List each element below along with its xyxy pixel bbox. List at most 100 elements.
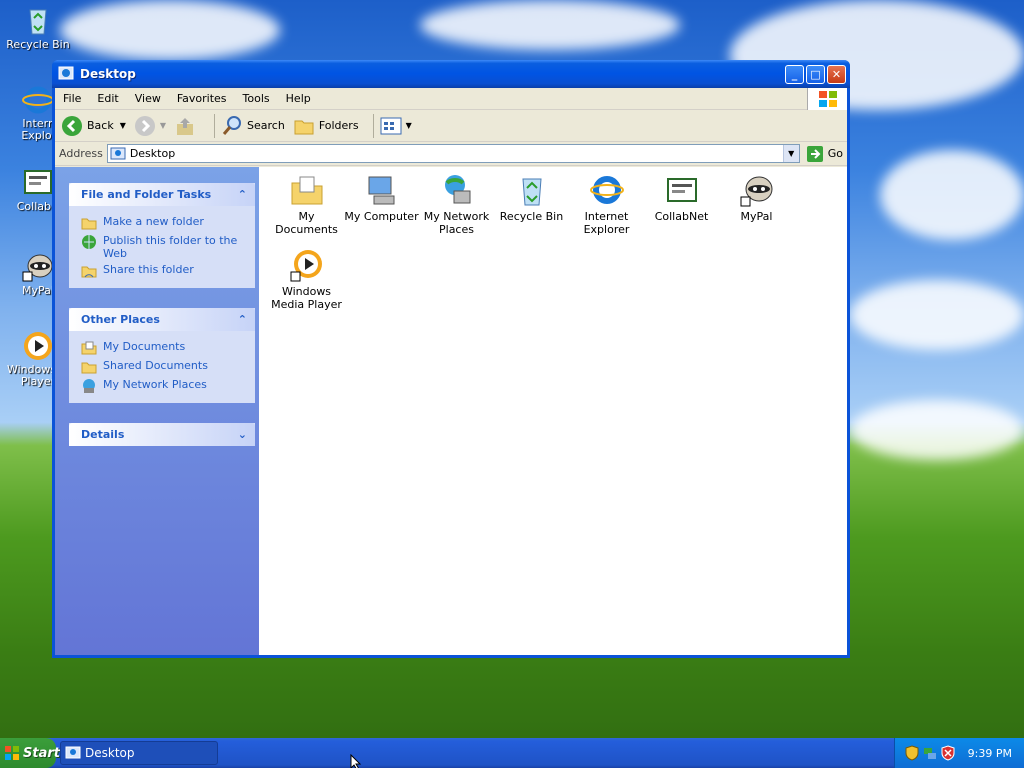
new-folder-icon — [81, 215, 97, 231]
desktop-icon-label: Recycle Bin — [6, 38, 70, 51]
my-documents-icon — [81, 340, 97, 356]
item-internet-explorer[interactable]: Internet Explorer — [569, 173, 644, 236]
forward-dropdown-icon[interactable]: ▼ — [160, 121, 166, 130]
back-button[interactable]: Back ▼ — [61, 115, 126, 137]
item-recycle-bin[interactable]: Recycle Bin — [494, 173, 569, 223]
go-button[interactable]: Go — [806, 145, 843, 163]
go-arrow-icon — [806, 145, 824, 163]
go-label: Go — [827, 147, 843, 160]
address-bar: Address Desktop ▼ Go — [55, 142, 847, 166]
chevron-up-icon[interactable]: ⌃ — [238, 188, 247, 201]
item-my-network-places[interactable]: My Network Places — [419, 173, 494, 236]
panel-title: File and Folder Tasks — [81, 188, 212, 201]
desktop-icon-recycle-bin[interactable]: Recycle Bin — [0, 4, 76, 51]
address-desktop-icon — [110, 146, 126, 162]
taskbar-task-label: Desktop — [85, 746, 135, 760]
task-publish-folder[interactable]: Publish this folder to the Web — [81, 234, 247, 260]
back-label: Back — [87, 119, 114, 132]
my-network-places-icon — [440, 173, 474, 207]
mypal-icon — [22, 250, 54, 282]
taskbar: Start Desktop 9:39 PM — [0, 738, 1024, 768]
security-shield-icon[interactable] — [904, 745, 920, 761]
shield-alert-icon[interactable] — [940, 745, 956, 761]
system-tray: 9:39 PM — [894, 738, 1024, 768]
recycle-bin-icon — [22, 4, 54, 36]
panel-title: Other Places — [81, 313, 160, 326]
file-folder-tasks-panel: File and Folder Tasks ⌃ Make a new folde… — [69, 183, 255, 288]
clock: 9:39 PM — [967, 746, 1012, 760]
menu-favorites[interactable]: Favorites — [169, 92, 235, 105]
menu-edit[interactable]: Edit — [89, 92, 126, 105]
menu-tools[interactable]: Tools — [235, 92, 278, 105]
collabnet-icon — [22, 166, 54, 198]
close-icon: ✕ — [831, 67, 842, 81]
item-collabnet[interactable]: CollabNet — [644, 173, 719, 223]
place-my-documents[interactable]: My Documents — [81, 340, 247, 356]
window-title: Desktop — [80, 67, 136, 81]
mypal-icon — [740, 173, 774, 207]
up-button[interactable] — [174, 115, 200, 137]
up-folder-icon — [174, 115, 196, 137]
address-label: Address — [59, 147, 103, 160]
other-places-panel: Other Places ⌃ My Documents Shared Docum… — [69, 308, 255, 403]
other-places-header[interactable]: Other Places ⌃ — [69, 308, 255, 331]
task-pane: File and Folder Tasks ⌃ Make a new folde… — [55, 167, 259, 655]
item-mypal[interactable]: MyPal — [719, 173, 794, 223]
internet-explorer-icon — [22, 84, 54, 116]
search-label: Search — [247, 119, 285, 132]
toolbar: Back ▼ ▼ Search Folders ▼ — [55, 110, 847, 142]
minimize-button[interactable]: _ — [785, 64, 804, 84]
publish-web-icon — [81, 234, 97, 250]
place-shared-documents[interactable]: Shared Documents — [81, 359, 247, 375]
recycle-bin-icon — [515, 173, 549, 207]
item-windows-media-player[interactable]: Windows Media Player — [269, 248, 344, 311]
content-area: File and Folder Tasks ⌃ Make a new folde… — [55, 167, 847, 655]
title-bar[interactable]: Desktop _ □ ✕ — [52, 60, 850, 88]
menu-view[interactable]: View — [127, 92, 169, 105]
file-folder-tasks-header[interactable]: File and Folder Tasks ⌃ — [69, 183, 255, 206]
back-dropdown-icon[interactable]: ▼ — [120, 121, 126, 130]
taskbar-desktop-button[interactable]: Desktop — [60, 741, 218, 765]
maximize-button[interactable]: □ — [806, 64, 825, 84]
chevron-down-icon: ▼ — [788, 149, 795, 158]
shared-folder-icon — [81, 359, 97, 375]
folders-button[interactable]: Folders — [293, 115, 359, 137]
my-documents-icon — [290, 173, 324, 207]
task-share-folder[interactable]: Share this folder — [81, 263, 247, 279]
chevron-down-icon[interactable]: ⌄ — [238, 428, 247, 441]
chevron-up-icon[interactable]: ⌃ — [238, 313, 247, 326]
search-button[interactable]: Search — [221, 115, 285, 137]
address-dropdown-button[interactable]: ▼ — [782, 145, 799, 162]
details-header[interactable]: Details ⌄ — [69, 423, 255, 446]
collabnet-icon — [665, 173, 699, 207]
start-button[interactable]: Start — [0, 738, 60, 768]
forward-button[interactable]: ▼ — [134, 115, 166, 137]
task-make-new-folder[interactable]: Make a new folder — [81, 215, 247, 231]
item-my-computer[interactable]: My Computer — [344, 173, 419, 223]
views-dropdown-icon: ▼ — [405, 121, 412, 130]
menu-file[interactable]: File — [55, 92, 89, 105]
share-folder-icon — [81, 263, 97, 279]
network-icon[interactable] — [922, 745, 938, 761]
place-my-network-places[interactable]: My Network Places — [81, 378, 247, 394]
menu-bar: File Edit View Favorites Tools Help — [55, 88, 847, 110]
explorer-window: Desktop _ □ ✕ File Edit View Favorites T… — [52, 60, 850, 658]
start-label: Start — [23, 745, 60, 761]
network-places-icon — [81, 378, 97, 394]
address-input[interactable]: Desktop ▼ — [106, 144, 800, 163]
forward-arrow-icon — [134, 115, 156, 137]
close-button[interactable]: ✕ — [827, 64, 846, 84]
item-my-documents[interactable]: My Documents — [269, 173, 344, 236]
internet-explorer-icon — [589, 173, 624, 207]
views-button[interactable]: ▼ — [380, 115, 412, 137]
menu-help[interactable]: Help — [278, 92, 319, 105]
views-icon — [380, 115, 402, 137]
toolbar-separator — [214, 113, 216, 138]
panel-title: Details — [81, 428, 125, 441]
back-arrow-icon — [61, 115, 83, 137]
minimize-icon: _ — [791, 67, 798, 81]
details-panel: Details ⌄ — [69, 423, 255, 446]
toolbar-separator — [372, 113, 374, 138]
windows-media-player-icon — [22, 330, 54, 362]
mouse-cursor-icon — [350, 753, 362, 768]
